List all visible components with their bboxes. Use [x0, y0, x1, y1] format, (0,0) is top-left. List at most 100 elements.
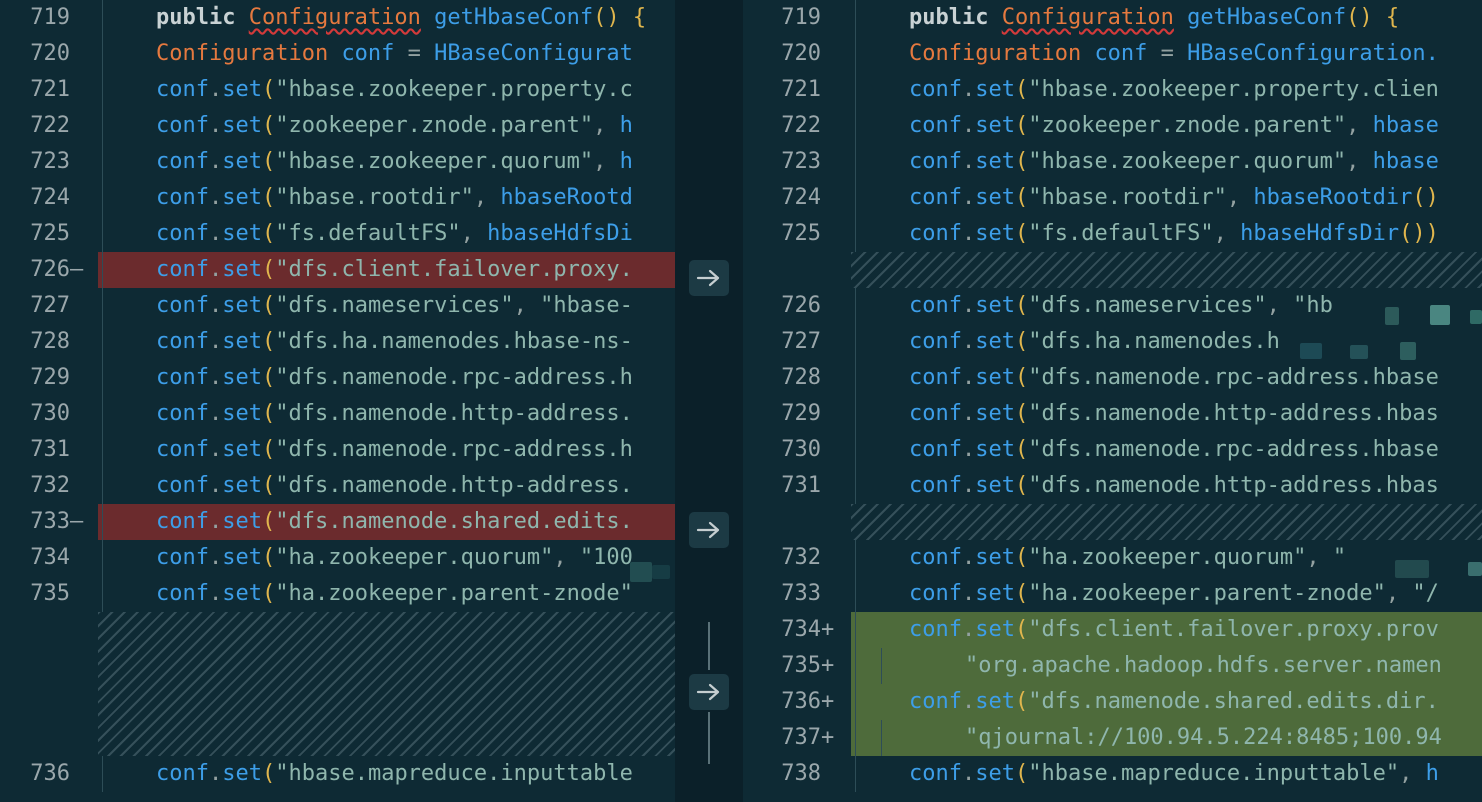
- apply-change-button[interactable]: [689, 512, 729, 548]
- code-text[interactable]: conf.set("ha.zookeeper.parent-znode": [98, 576, 675, 612]
- code-line[interactable]: 726— conf.set("dfs.client.failover.proxy.: [0, 252, 675, 288]
- code-text[interactable]: conf.set("dfs.namenode.http-address.: [98, 396, 675, 432]
- code-token: hbaseRootd: [500, 185, 633, 210]
- code-line[interactable]: 721 conf.set("hbase.zookeeper.property.cl…: [743, 72, 1482, 108]
- code-token: set: [222, 581, 262, 606]
- code-text[interactable]: public Configuration getHbaseConf() {: [98, 0, 675, 36]
- indent-guide: [855, 108, 856, 144]
- code-text[interactable]: conf.set("dfs.namenode.http-address.hbas: [851, 468, 1482, 504]
- apply-change-button[interactable]: [689, 260, 729, 296]
- code-line[interactable]: 733— conf.set("dfs.namenode.shared.edits.: [0, 504, 675, 540]
- code-text[interactable]: conf.set("hbase.zookeeper.quorum", hbase: [851, 144, 1482, 180]
- code-text[interactable]: conf.set("hbase.zookeeper.property.c: [98, 72, 675, 108]
- code-line[interactable]: 725 conf.set("fs.defaultFS", hbaseHdfsDi: [0, 216, 675, 252]
- code-line[interactable]: 726 conf.set("dfs.nameservices", "hb: [743, 288, 1482, 324]
- code-line[interactable]: 728 conf.set("dfs.ha.namenodes.hbase-ns-: [0, 324, 675, 360]
- code-token: HBaseConfigurat: [434, 41, 633, 66]
- code-token: .: [208, 293, 223, 318]
- code-line[interactable]: 723 conf.set("hbase.zookeeper.quorum", h: [0, 144, 675, 180]
- code-line[interactable]: 722 conf.set("zookeeper.znode.parent", hb…: [743, 108, 1482, 144]
- code-text[interactable]: conf.set("hbase.rootdir", hbaseRootd: [98, 180, 675, 216]
- code-line[interactable]: 733 conf.set("ha.zookeeper.parent-znode",…: [743, 576, 1482, 612]
- code-text[interactable]: conf.set("hbase.zookeeper.property.clien: [851, 72, 1482, 108]
- code-token: conf: [156, 149, 209, 174]
- code-text[interactable]: conf.set("dfs.namenode.http-address.hbas: [851, 396, 1482, 432]
- code-text[interactable]: conf.set("zookeeper.znode.parent", hbase: [851, 108, 1482, 144]
- code-token: set: [222, 329, 262, 354]
- code-text[interactable]: conf.set("dfs.namenode.rpc-address.hbase: [851, 432, 1482, 468]
- code-token: "dfs.namenode.http-address.: [275, 401, 633, 426]
- code-line[interactable]: 737 + "qjournal://100.94.5.224:8485;100.94: [743, 720, 1482, 756]
- code-text[interactable]: conf.set("dfs.nameservices", "hbase-: [98, 288, 675, 324]
- code-token: set: [222, 545, 262, 570]
- inserted-code[interactable]: conf.set("dfs.namenode.shared.edits.dir.: [851, 684, 1482, 720]
- indent-guide: [855, 540, 856, 576]
- code-line[interactable]: 729 conf.set("dfs.namenode.http-address.h…: [743, 396, 1482, 432]
- code-text[interactable]: conf.set("hbase.mapreduce.inputtable: [98, 756, 675, 792]
- inserted-code[interactable]: "org.apache.hadoop.hdfs.server.namen: [851, 648, 1482, 684]
- code-text[interactable]: conf.set("dfs.ha.namenodes.hbase-ns-: [98, 324, 675, 360]
- code-line[interactable]: 720 Configuration conf = HBaseConfigurat: [0, 36, 675, 72]
- code-line[interactable]: 734 conf.set("ha.zookeeper.quorum", "100: [0, 540, 675, 576]
- code-line[interactable]: 729 conf.set("dfs.namenode.rpc-address.h: [0, 360, 675, 396]
- code-line[interactable]: 735 + "org.apache.hadoop.hdfs.server.namen: [743, 648, 1482, 684]
- code-text[interactable]: conf.set("dfs.namenode.rpc-address.h: [98, 360, 675, 396]
- deleted-code[interactable]: conf.set("dfs.client.failover.proxy.: [98, 252, 675, 288]
- code-token: getHbaseConf: [1187, 5, 1347, 30]
- code-line[interactable]: 721 conf.set("hbase.zookeeper.property.c: [0, 72, 675, 108]
- code-token: "zookeeper.znode.parent": [1028, 113, 1347, 138]
- code-token: "dfs.namenode.http-address.hbas: [1028, 473, 1439, 498]
- code-line[interactable]: 723 conf.set("hbase.zookeeper.quorum", hb…: [743, 144, 1482, 180]
- code-text[interactable]: conf.set("hbase.rootdir", hbaseRootdir(): [851, 180, 1482, 216]
- code-token: conf: [156, 365, 209, 390]
- code-line[interactable]: 719 public Configuration getHbaseConf() {: [0, 0, 675, 36]
- deleted-code[interactable]: conf.set("dfs.namenode.shared.edits.: [98, 504, 675, 540]
- code-text[interactable]: conf.set("zookeeper.znode.parent", h: [98, 108, 675, 144]
- code-line[interactable]: 724 conf.set("hbase.rootdir", hbaseRootd: [0, 180, 675, 216]
- code-line[interactable]: 735 conf.set("ha.zookeeper.parent-znode": [0, 576, 675, 612]
- code-line[interactable]: 736 conf.set("hbase.mapreduce.inputtable: [0, 756, 675, 792]
- code-line[interactable]: 732 conf.set("ha.zookeeper.quorum", ": [743, 540, 1482, 576]
- code-line[interactable]: 728 conf.set("dfs.namenode.rpc-address.hb…: [743, 360, 1482, 396]
- code-line[interactable]: 734 + conf.set("dfs.client.failover.proxy.…: [743, 612, 1482, 648]
- code-text[interactable]: conf.set("hbase.mapreduce.inputtable", h: [851, 756, 1482, 792]
- code-token: set: [975, 437, 1015, 462]
- code-text[interactable]: conf.set("dfs.namenode.http-address.: [98, 468, 675, 504]
- code-line[interactable]: 731 conf.set("dfs.namenode.http-address.h…: [743, 468, 1482, 504]
- code-text[interactable]: conf.set("ha.zookeeper.quorum", ": [851, 540, 1482, 576]
- code-text[interactable]: conf.set("fs.defaultFS", hbaseHdfsDi: [98, 216, 675, 252]
- inserted-code[interactable]: conf.set("dfs.client.failover.proxy.prov: [851, 612, 1482, 648]
- code-text[interactable]: conf.set("ha.zookeeper.quorum", "100: [98, 540, 675, 576]
- inserted-code[interactable]: "qjournal://100.94.5.224:8485;100.94: [851, 720, 1482, 756]
- code-line[interactable]: 720 Configuration conf = HBaseConfigurati…: [743, 36, 1482, 72]
- code-line[interactable]: 725 conf.set("fs.defaultFS", hbaseHdfsDir…: [743, 216, 1482, 252]
- apply-change-button[interactable]: [689, 674, 729, 710]
- code-token: conf: [156, 113, 209, 138]
- code-line[interactable]: 727 conf.set("dfs.nameservices", "hbase-: [0, 288, 675, 324]
- code-text[interactable]: conf.set("hbase.zookeeper.quorum", h: [98, 144, 675, 180]
- line-number: 738: [781, 761, 821, 786]
- code-text[interactable]: Configuration conf = HBaseConfiguration.: [851, 36, 1482, 72]
- code-line[interactable]: 732 conf.set("dfs.namenode.http-address.: [0, 468, 675, 504]
- code-text[interactable]: public Configuration getHbaseConf() {: [851, 0, 1482, 36]
- code-line[interactable]: 727 conf.set("dfs.ha.namenodes.h: [743, 324, 1482, 360]
- code-line[interactable]: 722 conf.set("zookeeper.znode.parent", h: [0, 108, 675, 144]
- code-line[interactable]: 731 conf.set("dfs.namenode.rpc-address.h: [0, 432, 675, 468]
- code-text[interactable]: conf.set("ha.zookeeper.parent-znode", "/: [851, 576, 1482, 612]
- code-text[interactable]: Configuration conf = HBaseConfigurat: [98, 36, 675, 72]
- code-text[interactable]: conf.set("dfs.namenode.rpc-address.h: [98, 432, 675, 468]
- code-line[interactable]: 730 conf.set("dfs.namenode.rpc-address.hb…: [743, 432, 1482, 468]
- code-line[interactable]: 730 conf.set("dfs.namenode.http-address.: [0, 396, 675, 432]
- code-token: conf: [1094, 41, 1148, 66]
- code-line[interactable]: 738 conf.set("hbase.mapreduce.inputtable"…: [743, 756, 1482, 792]
- code-token: "hbase.rootdir": [275, 185, 474, 210]
- code-text[interactable]: conf.set("dfs.namenode.rpc-address.hbase: [851, 360, 1482, 396]
- diff-filler-hatch: [98, 612, 675, 756]
- code-line[interactable]: 724 conf.set("hbase.rootdir", hbaseRootdi…: [743, 180, 1482, 216]
- code-text[interactable]: conf.set("fs.defaultFS", hbaseHdfsDir()): [851, 216, 1482, 252]
- code-line[interactable]: 736 + conf.set("dfs.namenode.shared.edits.…: [743, 684, 1482, 720]
- code-token: (: [1014, 113, 1029, 138]
- code-token: "dfs.ha.namenodes.hbase-ns-: [275, 329, 633, 354]
- code-line[interactable]: 719 public Configuration getHbaseConf() {: [743, 0, 1482, 36]
- code-text[interactable]: conf.set("dfs.ha.namenodes.h: [851, 324, 1482, 360]
